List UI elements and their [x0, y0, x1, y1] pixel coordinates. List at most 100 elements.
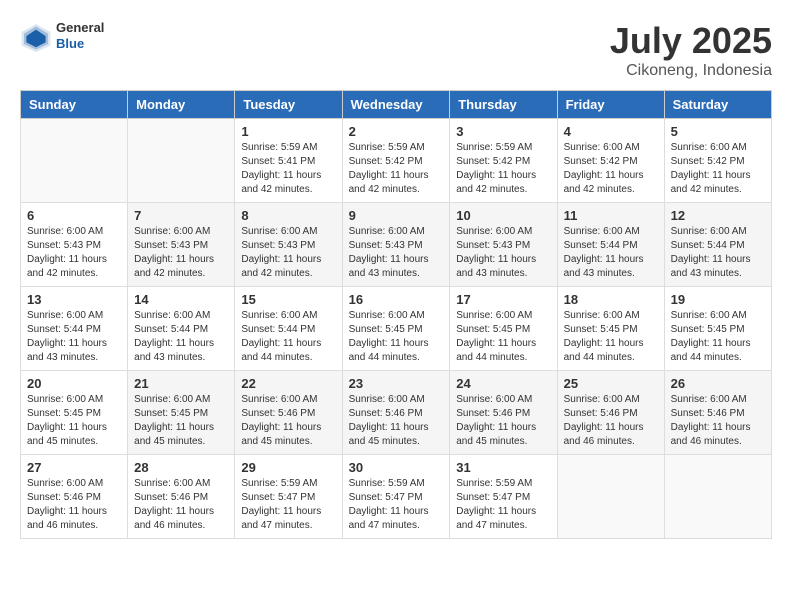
day-number: 11 [564, 208, 658, 223]
day-number: 21 [134, 376, 228, 391]
main-title: July 2025 [610, 20, 772, 62]
weekday-header-friday: Friday [557, 91, 664, 119]
calendar-cell: 18Sunrise: 6:00 AMSunset: 5:45 PMDayligh… [557, 287, 664, 371]
day-number: 28 [134, 460, 228, 475]
day-info: Sunrise: 5:59 AMSunset: 5:47 PMDaylight:… [241, 477, 335, 533]
calendar-week-row: 20Sunrise: 6:00 AMSunset: 5:45 PMDayligh… [21, 371, 772, 455]
weekday-header-tuesday: Tuesday [235, 91, 342, 119]
weekday-header-sunday: Sunday [21, 91, 128, 119]
calendar-cell: 22 Sunrise: 6:00 AMSunset: 5:46 PMDayligh… [235, 371, 342, 455]
day-info: Sunrise: 6:00 AMSunset: 5:45 PMDaylight:… [134, 393, 228, 449]
day-info: Sunrise: 6:00 AMSunset: 5:43 PMDaylight:… [349, 225, 444, 281]
weekday-header-wednesday: Wednesday [342, 91, 450, 119]
day-number: 16 [349, 292, 444, 307]
day-number: 15 [241, 292, 335, 307]
day-info: Sunrise: 6:00 AMSunset: 5:44 PMDaylight:… [27, 309, 121, 365]
day-number: 6 [27, 208, 121, 223]
calendar-cell [21, 119, 128, 203]
day-number: 5 [671, 124, 765, 139]
weekday-header-thursday: Thursday [450, 91, 557, 119]
day-number: 19 [671, 292, 765, 307]
day-info: Sunrise: 6:00 AMSunset: 5:45 PMDaylight:… [456, 309, 550, 365]
day-info: Sunrise: 6:00 AMSunset: 5:46 PMDaylight:… [27, 477, 121, 533]
day-info: Sunrise: 6:00 AMSunset: 5:43 PMDaylight:… [456, 225, 550, 281]
calendar-cell: 13 Sunrise: 6:00 AMSunset: 5:44 PMDayligh… [21, 287, 128, 371]
day-number: 13 [27, 292, 121, 307]
day-number: 22 [241, 376, 335, 391]
calendar-cell: 25 Sunrise: 6:00 AMSunset: 5:46 PMDayligh… [557, 371, 664, 455]
day-info: Sunrise: 6:00 AMSunset: 5:43 PMDaylight:… [241, 225, 335, 281]
day-number: 25 [564, 376, 658, 391]
day-number: 2 [349, 124, 444, 139]
day-number: 17 [456, 292, 550, 307]
day-info: Sunrise: 6:00 AMSunset: 5:45 PMDaylight:… [564, 309, 658, 365]
day-info: Sunrise: 6:00 AMSunset: 5:46 PMDaylight:… [241, 393, 335, 449]
day-number: 29 [241, 460, 335, 475]
day-info: Sunrise: 6:00 AMSunset: 5:44 PMDaylight:… [564, 225, 658, 281]
calendar-cell: 2 Sunrise: 5:59 AMSunset: 5:42 PMDaylight… [342, 119, 450, 203]
calendar-cell: 29 Sunrise: 5:59 AMSunset: 5:47 PMDayligh… [235, 455, 342, 539]
day-number: 10 [456, 208, 550, 223]
day-info: Sunrise: 5:59 AMSunset: 5:42 PMDaylight:… [456, 141, 550, 197]
day-info: Sunrise: 6:00 AMSunset: 5:45 PMDaylight:… [671, 309, 765, 365]
calendar-cell: 31Sunrise: 5:59 AMSunset: 5:47 PMDayligh… [450, 455, 557, 539]
calendar-table: SundayMondayTuesdayWednesdayThursdayFrid… [20, 90, 772, 539]
day-number: 12 [671, 208, 765, 223]
calendar-cell: 28 Sunrise: 6:00 AMSunset: 5:46 PMDayligh… [128, 455, 235, 539]
weekday-header-monday: Monday [128, 91, 235, 119]
day-number: 1 [241, 124, 335, 139]
calendar-cell: 30 Sunrise: 5:59 AMSunset: 5:47 PMDayligh… [342, 455, 450, 539]
day-info: Sunrise: 6:00 AMSunset: 5:43 PMDaylight:… [27, 225, 121, 281]
calendar-cell: 14 Sunrise: 6:00 AMSunset: 5:44 PMDayligh… [128, 287, 235, 371]
calendar-cell: 4 Sunrise: 6:00 AMSunset: 5:42 PMDaylight… [557, 119, 664, 203]
day-info: Sunrise: 6:00 AMSunset: 5:46 PMDaylight:… [456, 393, 550, 449]
logo-blue: Blue [56, 36, 104, 52]
day-info: Sunrise: 6:00 AMSunset: 5:46 PMDaylight:… [564, 393, 658, 449]
calendar-cell: 5 Sunrise: 6:00 AMSunset: 5:42 PMDaylight… [664, 119, 771, 203]
calendar-week-row: 1 Sunrise: 5:59 AMSunset: 5:41 PMDaylight… [21, 119, 772, 203]
day-info: Sunrise: 6:00 AMSunset: 5:46 PMDaylight:… [134, 477, 228, 533]
day-number: 30 [349, 460, 444, 475]
day-info: Sunrise: 6:00 AMSunset: 5:46 PMDaylight:… [671, 393, 765, 449]
day-number: 14 [134, 292, 228, 307]
day-info: Sunrise: 6:00 AMSunset: 5:42 PMDaylight:… [564, 141, 658, 197]
weekday-header-row: SundayMondayTuesdayWednesdayThursdayFrid… [21, 91, 772, 119]
calendar-cell: 27Sunrise: 6:00 AMSunset: 5:46 PMDayligh… [21, 455, 128, 539]
day-info: Sunrise: 5:59 AMSunset: 5:41 PMDaylight:… [241, 141, 335, 197]
calendar-cell: 6 Sunrise: 6:00 AMSunset: 5:43 PMDaylight… [21, 203, 128, 287]
logo-general: General [56, 20, 104, 36]
day-info: Sunrise: 5:59 AMSunset: 5:42 PMDaylight:… [349, 141, 444, 197]
calendar-cell: 26Sunrise: 6:00 AMSunset: 5:46 PMDayligh… [664, 371, 771, 455]
calendar-cell: 12Sunrise: 6:00 AMSunset: 5:44 PMDayligh… [664, 203, 771, 287]
calendar-cell: 3Sunrise: 5:59 AMSunset: 5:42 PMDaylight… [450, 119, 557, 203]
calendar-cell: 15 Sunrise: 6:00 AMSunset: 5:44 PMDayligh… [235, 287, 342, 371]
subtitle: Cikoneng, Indonesia [610, 62, 772, 80]
day-info: Sunrise: 5:59 AMSunset: 5:47 PMDaylight:… [349, 477, 444, 533]
calendar-week-row: 13 Sunrise: 6:00 AMSunset: 5:44 PMDayligh… [21, 287, 772, 371]
day-info: Sunrise: 6:00 AMSunset: 5:44 PMDaylight:… [241, 309, 335, 365]
calendar-cell: 7Sunrise: 6:00 AMSunset: 5:43 PMDaylight… [128, 203, 235, 287]
title-block: July 2025 Cikoneng, Indonesia [610, 20, 772, 80]
calendar-week-row: 27Sunrise: 6:00 AMSunset: 5:46 PMDayligh… [21, 455, 772, 539]
calendar-cell: 10 Sunrise: 6:00 AMSunset: 5:43 PMDayligh… [450, 203, 557, 287]
day-number: 24 [456, 376, 550, 391]
calendar-cell: 17 Sunrise: 6:00 AMSunset: 5:45 PMDayligh… [450, 287, 557, 371]
calendar-cell: 24 Sunrise: 6:00 AMSunset: 5:46 PMDayligh… [450, 371, 557, 455]
day-number: 9 [349, 208, 444, 223]
calendar-cell: 11 Sunrise: 6:00 AMSunset: 5:44 PMDayligh… [557, 203, 664, 287]
calendar-cell: 19 Sunrise: 6:00 AMSunset: 5:45 PMDayligh… [664, 287, 771, 371]
day-info: Sunrise: 6:00 AMSunset: 5:44 PMDaylight:… [134, 309, 228, 365]
logo: General Blue [20, 20, 104, 52]
calendar-cell: 16 Sunrise: 6:00 AMSunset: 5:45 PMDayligh… [342, 287, 450, 371]
day-info: Sunrise: 6:00 AMSunset: 5:42 PMDaylight:… [671, 141, 765, 197]
calendar-cell: 23Sunrise: 6:00 AMSunset: 5:46 PMDayligh… [342, 371, 450, 455]
day-info: Sunrise: 6:00 AMSunset: 5:45 PMDaylight:… [349, 309, 444, 365]
day-info: Sunrise: 5:59 AMSunset: 5:47 PMDaylight:… [456, 477, 550, 533]
day-info: Sunrise: 6:00 AMSunset: 5:45 PMDaylight:… [27, 393, 121, 449]
day-info: Sunrise: 6:00 AMSunset: 5:46 PMDaylight:… [349, 393, 444, 449]
day-info: Sunrise: 6:00 AMSunset: 5:43 PMDaylight:… [134, 225, 228, 281]
calendar-cell: 8Sunrise: 6:00 AMSunset: 5:43 PMDaylight… [235, 203, 342, 287]
logo-text: General Blue [56, 20, 104, 51]
day-number: 4 [564, 124, 658, 139]
page-header: General Blue July 2025 Cikoneng, Indones… [20, 20, 772, 80]
